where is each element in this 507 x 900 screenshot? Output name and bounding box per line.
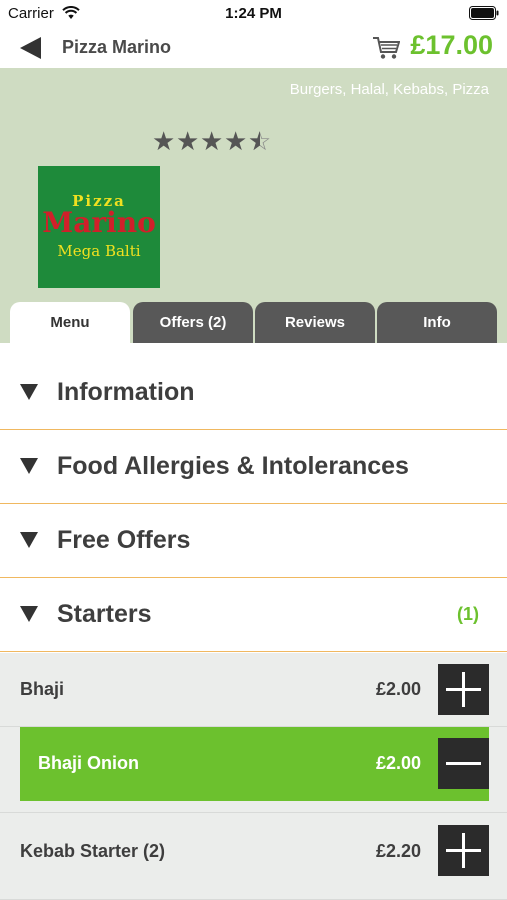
logo-line-3: Mega Balti [57,242,141,260]
restaurant-logo: Pizza Marino Mega Balti [38,166,160,288]
tab-bar: Menu Offers (2) Reviews Info [0,302,507,343]
cuisine-tags: Burgers, Halal, Kebabs, Pizza [289,81,489,98]
item-price: £2.00 [375,679,421,699]
status-bar: Carrier 1:24 PM [0,0,507,28]
item-price: £2.00 [375,753,421,773]
cart-icon[interactable] [372,36,400,60]
remove-item-button[interactable] [438,738,489,789]
section-label: Free Offers [57,526,191,554]
section-information[interactable]: Information [0,356,507,430]
section-count-badge: (1) [457,604,479,624]
rating-stars: ★ ★ ★ ★ ☆ ★ [152,128,272,154]
star-full-icon: ★ [152,126,176,156]
page-title: Pizza Marino [62,37,172,57]
item-name: Bhaji Onion [38,753,139,773]
selected-item-bhaji-onion[interactable]: Bhaji Onion £2.00 [20,727,489,801]
collapse-triangle-icon [20,384,38,400]
section-label: Information [57,378,195,406]
add-item-button[interactable] [438,664,489,715]
menu-item-bhaji: Bhaji £2.00 [0,653,507,727]
add-item-button[interactable] [438,825,489,876]
tab-offers[interactable]: Offers (2) [133,302,253,343]
item-price: £2.20 [375,841,421,861]
star-full-icon: ★ [176,126,200,156]
star-full-icon: ★ [224,126,248,156]
collapse-triangle-icon [20,458,38,474]
menu-item-kebab-starter: Kebab Starter (2) £2.20 [0,813,507,900]
minus-icon [446,762,481,765]
collapse-triangle-icon [20,606,38,622]
menu-item-option-row: Bhaji Onion £2.00 [0,727,507,813]
battery-icon [469,6,499,20]
tab-menu[interactable]: Menu [10,302,130,343]
star-half-icon: ☆ ★ [248,126,272,156]
tab-info[interactable]: Info [377,302,497,343]
item-name: Kebab Starter (2) [20,841,166,861]
section-food-allergies[interactable]: Food Allergies & Intolerances [0,430,507,504]
section-free-offers[interactable]: Free Offers [0,504,507,578]
logo-line-2: Marino [42,206,156,239]
clock: 1:24 PM [225,5,282,22]
collapse-triangle-icon [20,532,38,548]
nav-bar: Pizza Marino £17.00 [0,28,507,68]
cart-total[interactable]: £17.00 [410,30,493,61]
back-arrow-icon[interactable] [18,35,44,61]
tab-reviews[interactable]: Reviews [255,302,375,343]
item-name: Bhaji [20,679,65,699]
section-starters[interactable]: Starters (1) [0,578,507,652]
star-full-icon: ★ [200,126,224,156]
section-label: Food Allergies & Intolerances [57,452,409,480]
section-label: Starters [57,600,152,628]
